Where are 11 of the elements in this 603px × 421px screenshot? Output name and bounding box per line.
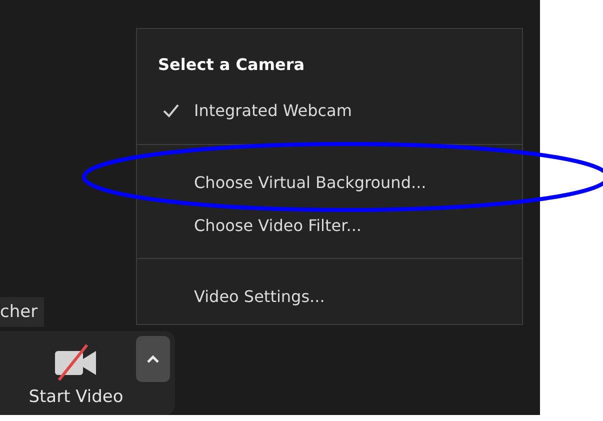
menu-item[interactable]: Choose Video Filter...	[137, 204, 522, 247]
name-tag: cher	[0, 297, 44, 327]
camera-off-icon	[53, 343, 99, 381]
options-button[interactable]	[136, 336, 170, 382]
start-video-button[interactable]: Start Video	[0, 331, 130, 415]
menu-item[interactable]: Integrated Webcam	[137, 89, 522, 132]
check-icon	[163, 104, 179, 118]
menu-title: Select a Camera	[157, 54, 306, 76]
menu-item[interactable]: Choose Virtual Background...	[137, 161, 522, 204]
menu-item[interactable]: Video Settings...	[137, 275, 522, 318]
caret-icon	[146, 354, 160, 364]
